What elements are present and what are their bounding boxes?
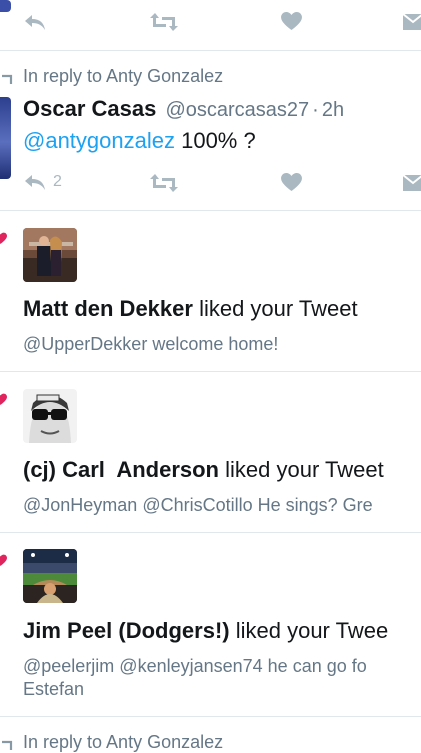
liker-name[interactable]: Jim Peel (Dodgers!) [23,618,230,643]
like-button[interactable] [281,12,302,31]
envelope-icon [403,14,421,30]
handle[interactable]: @oscarcasas27 [165,99,309,121]
liker-name[interactable]: (cj) Carl Anderson [23,457,219,482]
like-button[interactable] [281,173,302,192]
notification-title: Jim Peel (Dodgers!) liked your Twee [23,618,388,644]
tweet-snippet[interactable]: @UpperDekker welcome home! [23,333,278,356]
reply-arrow-icon [2,740,13,750]
like-notification-icon [0,232,7,244]
retweet-icon [150,174,178,192]
tweet-body: 100% ? [174,128,256,153]
divider [0,50,421,51]
heart-icon [281,12,302,31]
top-avatar-edge [0,0,11,12]
display-name[interactable]: Oscar Casas [23,96,156,121]
dot-separator: · [312,99,319,121]
tweet-text: @antygonzalez 100% ? [23,128,256,154]
divider [0,532,421,533]
retweet-button[interactable] [149,12,179,32]
divider [0,210,421,211]
snippet-line: Estefan [23,679,85,699]
in-reply-to-label: In reply to Anty Gonzalez [23,66,224,86]
reply-count: 2 [53,173,62,190]
reply-icon [25,15,45,30]
like-notification-icon [0,554,7,566]
retweet-button[interactable] [149,173,179,193]
heart-icon [281,173,302,192]
reply-arrow-icon [2,74,13,84]
notification-action: liked your Twee [229,618,389,643]
snippet-line: @UpperDekker welcome home! [23,334,279,354]
dm-button[interactable] [403,14,421,30]
reply-button[interactable] [23,13,47,31]
divider [0,716,421,717]
dm-button[interactable] [403,175,421,191]
snippet-line: @JonHeyman @ChrisCotillo He sings? Gre [23,495,373,515]
avatar[interactable] [23,389,77,443]
mention-link[interactable]: @antygonzalez [23,128,175,153]
divider [0,371,421,372]
snippet-line: @peelerjim @kenleyjansen74 he can go fo [23,656,367,676]
timestamp: 2h [321,99,345,121]
tweet-snippet[interactable]: @peelerjim @kenleyjansen74 he can go fo … [23,655,367,701]
tweet-header: Oscar Casas @oscarcasas27 · 2h [23,96,344,122]
notification-action: liked your Tweet [192,296,358,321]
tweet-snippet[interactable]: @JonHeyman @ChrisCotillo He sings? Gre [23,494,373,517]
envelope-icon [403,175,421,191]
notification-title: (cj) Carl Anderson liked your Tweet [23,457,384,483]
avatar[interactable] [23,549,77,603]
retweet-icon [150,13,178,31]
reply-button[interactable]: 2 [23,173,62,191]
liker-name[interactable]: Matt den Dekker [23,296,193,321]
like-notification-icon [0,393,7,405]
notification-title: Matt den Dekker liked your Tweet [23,296,358,322]
reply-icon [25,175,45,190]
reply-avatar-edge[interactable] [0,97,11,179]
in-reply-to[interactable]: In reply to Anty Gonzalez [0,66,223,87]
notification-action: liked your Tweet [219,457,384,482]
avatar[interactable] [23,228,77,282]
